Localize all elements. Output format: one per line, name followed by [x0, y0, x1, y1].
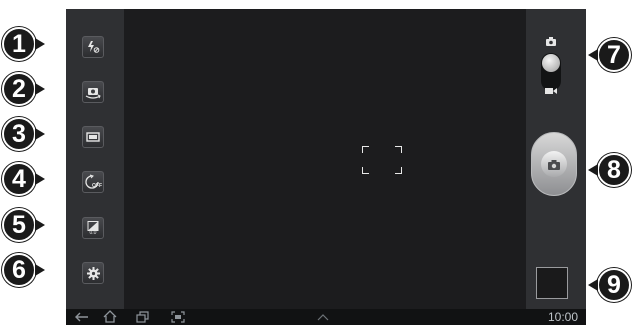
- self-portrait-button[interactable]: [82, 81, 104, 103]
- image-viewer-thumbnail[interactable]: [536, 267, 568, 299]
- exposure-icon: [87, 220, 99, 231]
- back-icon[interactable]: [74, 311, 90, 323]
- exposure-value: 0.0: [89, 229, 97, 236]
- home-icon[interactable]: [102, 310, 118, 323]
- callout-4: 4: [2, 162, 45, 196]
- callout-9: 9: [588, 268, 631, 302]
- camera-mode-icon: [546, 37, 556, 46]
- camera-screen: OFF 0.0 10:00: [66, 9, 586, 325]
- camera-icon: [548, 159, 560, 170]
- timer-off-icon: OFF: [85, 174, 102, 189]
- timer-off-label: OFF: [92, 183, 102, 189]
- callout-2: 2: [2, 72, 45, 106]
- flash-off-button[interactable]: [82, 36, 104, 58]
- callout-7: 7: [588, 38, 631, 72]
- shooting-mode-button[interactable]: [82, 126, 104, 148]
- flash-off-icon: [88, 41, 100, 53]
- chevron-up-icon[interactable]: [316, 313, 330, 321]
- callout-1: 1: [2, 27, 45, 61]
- shutter-inner: [541, 151, 567, 177]
- exposure-button[interactable]: 0.0: [82, 217, 104, 239]
- shutter-button[interactable]: [531, 132, 577, 196]
- callout-3: 3: [2, 117, 45, 151]
- viewfinder[interactable]: [124, 9, 526, 309]
- shooting-mode-icon: [86, 132, 100, 142]
- system-navigation-bar: 10:00: [66, 309, 586, 325]
- video-mode-icon: [545, 88, 557, 94]
- gear-icon: [86, 266, 100, 280]
- camera-video-switch[interactable]: [541, 53, 561, 91]
- switch-knob[interactable]: [542, 54, 560, 72]
- callout-6: 6: [2, 253, 45, 287]
- switch-camera-icon: [85, 88, 101, 99]
- callout-5: 5: [2, 208, 45, 242]
- recent-apps-icon[interactable]: [136, 311, 150, 323]
- callout-8: 8: [588, 153, 631, 187]
- settings-button[interactable]: [82, 262, 104, 284]
- left-toolbar: OFF 0.0: [66, 9, 124, 309]
- focus-frame: [362, 146, 402, 174]
- status-time: 10:00: [547, 310, 578, 324]
- screenshot-icon[interactable]: [171, 311, 185, 323]
- timer-button[interactable]: OFF: [82, 171, 104, 193]
